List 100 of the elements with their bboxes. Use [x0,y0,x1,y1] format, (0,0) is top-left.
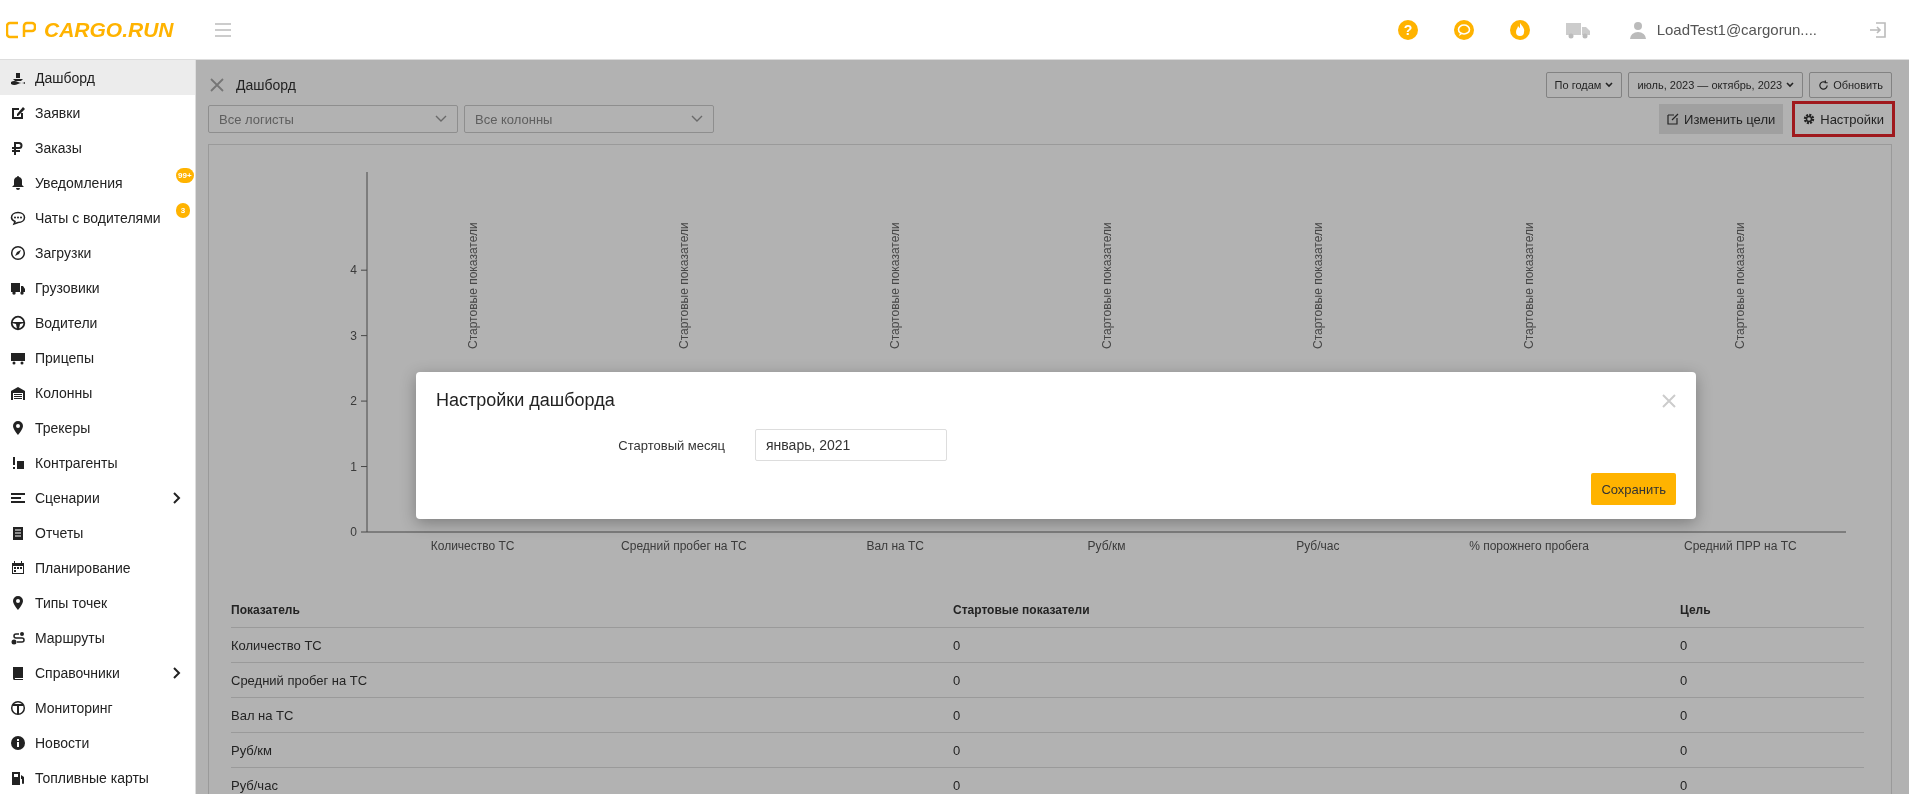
table-cell-text: 0 [1680,672,1689,688]
chat-icon[interactable] [1452,18,1475,41]
page-title: Дашборд [236,77,296,93]
tick-label: 1 [350,459,357,474]
table-cell-text: 0 [1680,637,1689,653]
sidebar-item[interactable]: Колонны [0,375,195,410]
fuel-icon [10,769,26,786]
edit-icon [10,104,26,121]
caret-icon [1605,81,1614,89]
dialog-title: Настройки дашборда [436,390,615,411]
category-label: Средний ПРР на ТС [1684,539,1797,553]
bar-caption: Стартовые показатели [465,222,480,349]
action-button[interactable]: Настройки [1795,104,1892,134]
bar-caption: Стартовые показатели [888,222,903,349]
bar-caption: Стартовые показатели [1099,222,1114,349]
refresh-button[interactable]: Обновить [1809,72,1892,98]
table-cell-text: 0 [1680,707,1689,723]
chevron-down-icon [435,115,447,123]
steering-wheel-icon [10,314,26,331]
count-badge: 99+ [176,168,194,183]
column-header: Показатель [231,603,301,617]
category-label: Руб/час [1296,539,1340,553]
action-button[interactable]: Изменить цели [1659,104,1784,134]
table-cell-text: Вал на ТС [231,707,295,723]
start-month-field[interactable]: январь, 2021 [755,429,947,461]
period-dropdown[interactable]: По годам [1545,72,1623,98]
user-email[interactable]: LoadTest1@cargorun.... [1656,21,1817,38]
category-label: % порожнего пробега [1469,539,1589,553]
clipboard-icon [10,524,26,541]
sidebar-item[interactable]: Типы точек [0,585,195,620]
bar-caption: Стартовые показатели [1310,222,1325,349]
tick-label: 3 [350,328,357,343]
sidebar-item[interactable]: Маршруты [0,620,195,655]
table-cell-text: Средний пробег на ТС [231,672,369,688]
sidebar-item[interactable]: Загрузки [0,235,195,270]
sidebar-item[interactable]: Чаты с водителями 3 [0,200,195,235]
table-cell-text: 0 [1680,777,1689,793]
logout-icon[interactable] [1869,20,1887,39]
table-cell-text: 0 [953,742,962,758]
tick-label: 2 [350,394,357,409]
table-cell-text: 0 [953,637,962,653]
warehouse-icon [10,384,26,401]
user-icon [1628,20,1647,39]
table-cell-text: 0 [953,777,962,793]
edit-icon [1667,113,1680,125]
save-button[interactable]: Сохранить [1591,473,1676,505]
count-badge: 3 [176,203,190,218]
calendar-icon [10,559,26,576]
column-header: Цель [1680,603,1712,617]
sidebar-item[interactable]: Справочники [0,655,195,690]
sidebar-item[interactable]: Отчеты [0,515,195,550]
table-cell-text: 0 [953,707,962,723]
sidebar-item[interactable]: Сценарии [0,480,195,515]
bar-caption: Стартовые показатели [1522,222,1537,349]
exclamation-icon [10,454,26,471]
table-cell-text: Количество ТС [231,637,323,653]
logo-text: CARGO.RUN [44,17,174,42]
sidebar-item[interactable]: Заказы [0,130,195,165]
tick-label: 0 [350,525,357,539]
sidebar-item[interactable]: Трекеры [0,410,195,445]
sidebar-item[interactable]: Заявки [0,95,195,130]
sidebar-item[interactable]: Мониторинг [0,690,195,725]
bar-caption: Стартовые показатели [1733,222,1748,349]
sidebar-item[interactable]: Водители [0,305,195,340]
tick-label: 4 [350,263,357,278]
book-icon [10,664,26,681]
chat-icon [10,209,26,226]
table-cell-text: 0 [953,672,962,688]
sidebar-item[interactable]: Прицепы [0,340,195,375]
close-icon[interactable] [210,78,224,92]
table-cell-text: Руб/час [231,777,279,793]
category-label: Руб/км [1087,539,1126,553]
sidebar-item[interactable]: Уведомления 99+ [0,165,195,200]
logo-icon [6,20,36,39]
bar-caption: Стартовые показатели [676,222,691,349]
field-label: Стартовый месяц [617,437,725,453]
refresh-icon [1818,79,1830,91]
category-label: Средний пробег на ТС [621,539,747,553]
gear-icon [1803,113,1816,125]
close-icon[interactable] [1662,393,1676,408]
menu-icon[interactable] [213,21,232,38]
category-label: Вал на ТС [866,539,925,553]
table-cell-text: Руб/км [231,742,273,758]
sidebar-item[interactable]: Новости [0,725,195,760]
table-cell-text: 0 [1680,742,1689,758]
caret-icon [1786,81,1795,89]
category-label: Количество ТС [430,539,515,553]
sidebar-item[interactable]: Грузовики [0,270,195,305]
map-pin-icon [10,594,26,611]
sidebar-item[interactable]: Топливные карты [0,760,195,794]
chevron-down-icon [691,115,703,123]
sidebar-item[interactable]: Планирование [0,550,195,585]
flame-icon[interactable] [1508,18,1531,41]
sidebar-item[interactable]: Дашборд [0,60,195,95]
route-icon [10,629,26,646]
column-header: Стартовые показатели [953,603,1091,617]
info-icon [10,734,26,751]
sidebar-item[interactable]: Контрагенты [0,445,195,480]
date-range-dropdown[interactable]: июль, 2023 — октябрь, 2023 [1628,72,1804,98]
bell-icon [10,174,26,191]
